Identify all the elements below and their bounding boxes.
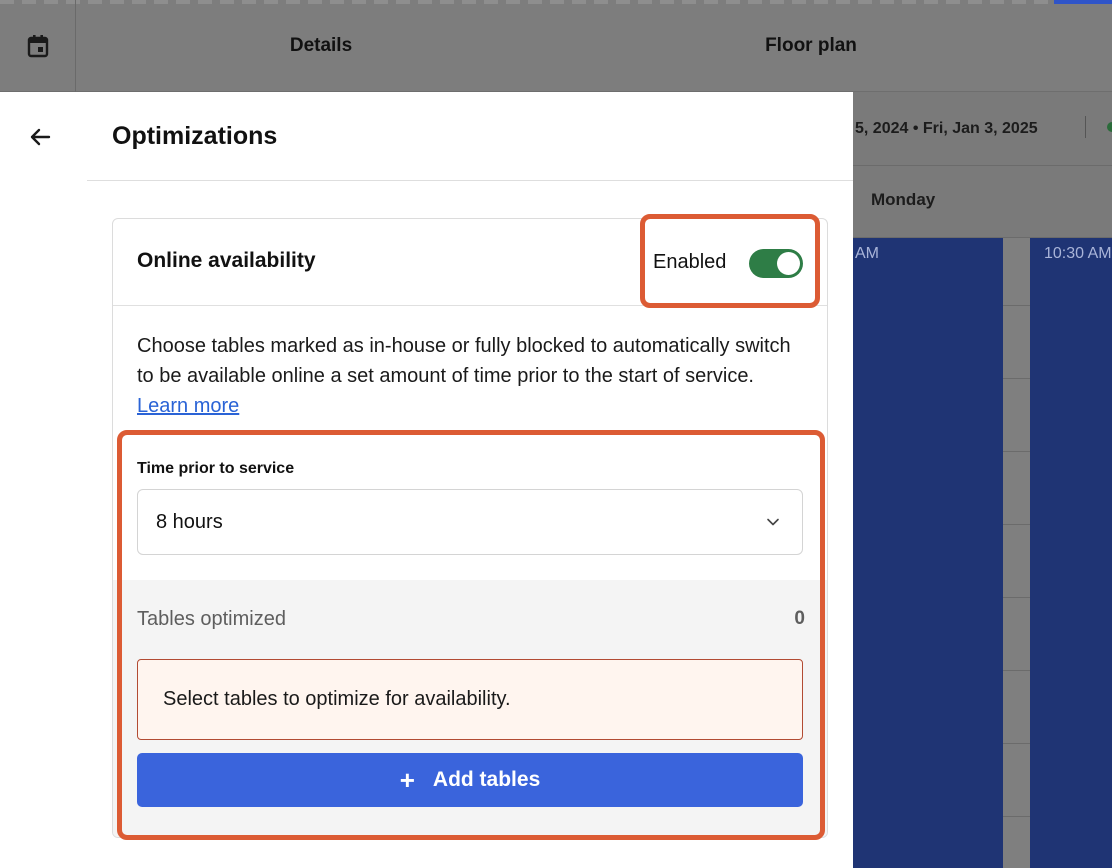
select-tables-alert: Select tables to optimize for availabili… — [137, 659, 803, 740]
plus-icon: + — [399, 765, 415, 795]
card-description: Choose tables marked as in-house or full… — [137, 331, 797, 421]
toggle-knob — [777, 252, 800, 275]
grid-line — [1003, 451, 1030, 452]
time-prior-label: Time prior to service — [137, 460, 295, 477]
add-tables-label: Add tables — [432, 768, 541, 791]
page-title: Optimizations — [112, 122, 278, 150]
tables-optimized-count: 0 — [794, 608, 805, 629]
calendar-icon — [27, 35, 48, 58]
description-text: Choose tables marked as in-house or full… — [137, 335, 791, 387]
date-separator — [1085, 116, 1086, 138]
tab-details[interactable]: Details — [76, 0, 566, 92]
time-label: 10:30 AM — [1044, 245, 1112, 262]
day-header: Monday — [853, 166, 1112, 238]
grid-line — [1003, 378, 1030, 379]
time-prior-select[interactable]: 8 hours — [137, 489, 803, 555]
grid-line — [1003, 816, 1030, 817]
online-availability-card: Online availability Enabled Choose table… — [112, 218, 828, 838]
grid-line — [1003, 305, 1030, 306]
card-header: Online availability Enabled — [113, 219, 827, 306]
alert-message: Select tables to optimize for availabili… — [163, 688, 511, 710]
add-tables-button[interactable]: + Add tables — [137, 753, 803, 807]
learn-more-link[interactable]: Learn more — [137, 395, 239, 417]
tables-optimized-section: Tables optimized 0 Select tables to opti… — [113, 580, 827, 837]
grid-line — [1003, 670, 1030, 671]
grid-line — [1003, 743, 1030, 744]
card-title: Online availability — [137, 249, 316, 272]
back-button[interactable] — [20, 120, 60, 154]
toggle-status-label: Enabled — [653, 251, 727, 273]
panel-header: Optimizations — [87, 92, 853, 181]
schedule-column — [853, 238, 1003, 868]
time-label: AM — [855, 245, 879, 262]
top-blue-indicator — [1054, 0, 1112, 4]
date-range-bar: 5, 2024 • Fri, Jan 3, 2025 — [853, 92, 1112, 166]
grid-line — [1003, 524, 1030, 525]
date-range-text: 5, 2024 • Fri, Jan 3, 2025 — [855, 119, 1038, 137]
schedule-column — [1030, 238, 1112, 868]
tab-floor-plan[interactable]: Floor plan — [566, 0, 1056, 92]
grid-line — [1003, 597, 1030, 598]
availability-toggle[interactable] — [749, 249, 803, 278]
left-strip — [0, 92, 87, 868]
day-label: Monday — [871, 190, 936, 209]
optimizations-panel: Optimizations Online availability Enable… — [87, 92, 853, 868]
status-dot — [1107, 122, 1112, 132]
calendar-button[interactable] — [0, 0, 76, 92]
top-bar: Details Floor plan — [0, 0, 1112, 92]
select-value: 8 hours — [156, 511, 223, 533]
tables-optimized-label: Tables optimized — [137, 608, 286, 630]
arrow-left-icon — [30, 128, 51, 146]
chevron-down-icon — [767, 518, 779, 526]
